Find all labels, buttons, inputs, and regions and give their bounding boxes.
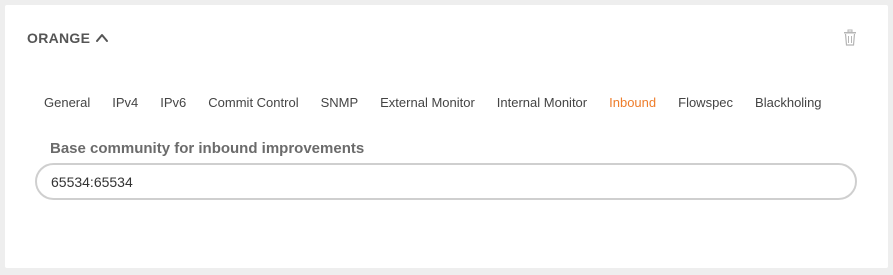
network-panel-card: ORANGE General IPv4 IPv6 Commit Control …: [5, 5, 888, 268]
tab-flowspec[interactable]: Flowspec: [678, 95, 733, 110]
tab-ipv6[interactable]: IPv6: [160, 95, 186, 110]
tab-snmp[interactable]: SNMP: [321, 95, 359, 110]
tab-blackholing[interactable]: Blackholing: [755, 95, 822, 110]
tab-inbound[interactable]: Inbound: [609, 95, 656, 110]
tab-external-monitor[interactable]: External Monitor: [380, 95, 475, 110]
base-community-label: Base community for inbound improvements: [50, 140, 365, 157]
tab-internal-monitor[interactable]: Internal Monitor: [497, 95, 587, 110]
tab-commit-control[interactable]: Commit Control: [208, 95, 298, 110]
chevron-up-icon: [95, 31, 109, 45]
tab-general[interactable]: General: [44, 95, 90, 110]
trash-icon[interactable]: [842, 29, 858, 47]
base-community-input[interactable]: [35, 163, 857, 200]
panel-collapse-toggle[interactable]: ORANGE: [27, 30, 109, 46]
settings-tabs: General IPv4 IPv6 Commit Control SNMP Ex…: [44, 95, 822, 110]
panel-title: ORANGE: [27, 30, 91, 46]
tab-ipv4[interactable]: IPv4: [112, 95, 138, 110]
